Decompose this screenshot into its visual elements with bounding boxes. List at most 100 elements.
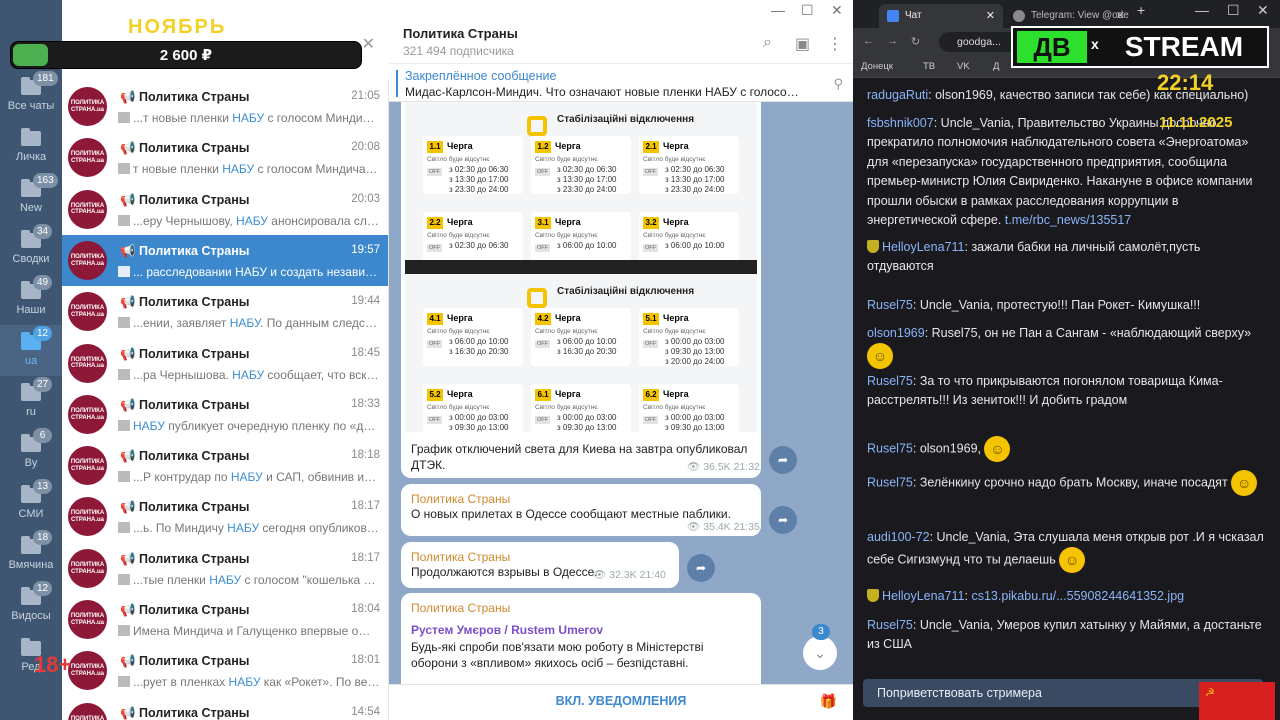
gift-icon[interactable]: 🎁 [820,693,837,710]
chat-username[interactable]: fsbshnik007 [867,116,934,130]
notifications-button[interactable]: ВКЛ. УВЕДОМЛЕНИЯ [389,694,853,708]
close-tab-icon[interactable]: ✕ [1116,9,1125,22]
columns-icon[interactable]: ▣ [795,34,810,54]
folder-1[interactable]: 181 Все чаты [0,70,62,121]
tab-chat[interactable]: Чат ✕ [879,4,1003,28]
tab-label: Чат [905,10,922,21]
search-highlight: НАБУ [229,316,261,331]
forward-icon[interactable]: ➦ [687,554,715,582]
chat-text: Uncle_Vania, протестую!!! Пан Рокет- Ким… [919,298,1201,312]
chat-row[interactable]: ПОЛИТИКА СТРАНА.ua 📢 Политика Страны 18:45… [62,338,388,389]
chat-username[interactable]: Rusel75 [867,475,913,489]
scroll-down-button[interactable]: ⌄ 3 [803,624,837,670]
logo-x: x [1091,36,1099,52]
close-window-icon[interactable]: ✕ [831,2,843,19]
chat-row[interactable]: ПОЛИТИКА СТРАНА.ua 📢 Политика Страны 20:08… [62,132,388,183]
text-message[interactable]: Политика Страны Рустем Умєров / Rustem U… [401,593,761,684]
text-message[interactable]: Политика Страны Продолжаются взрывы в Од… [401,542,679,588]
off-badge: OFF [427,340,442,348]
pin-icon[interactable]: ⚲ [833,76,843,92]
chat-row[interactable]: ПОЛИТИКА СТРАНА.ua 📢 Политика Страны 18:17… [62,491,388,542]
chat-username[interactable]: olson1969 [867,326,925,340]
folder-8[interactable]: 6 By [0,427,62,478]
chat-username[interactable]: audi100-72 [867,530,930,544]
chat-username[interactable]: HelloyLena711 [882,589,964,603]
forward-icon[interactable]: ➦ [769,446,797,474]
queue-label: Черга [447,313,473,323]
queue-number: 1.2 [535,141,551,153]
folder-6[interactable]: 12 ua [0,325,62,376]
thumbnail [118,419,130,431]
chat-link[interactable]: cs13.pikabu.ru/...55908244641352.jpg [971,589,1184,603]
folder-9[interactable]: 13 СМИ [0,478,62,529]
folder-11[interactable]: 12 Видосы [0,580,62,631]
chat-row[interactable]: ПОЛИТИКА СТРАНА.ua 📢 Политика Страны 20:03… [62,184,388,235]
chat-row[interactable]: ПОЛИТИКА СТРАНА.ua 📢 Политика Страны 21:05… [62,81,388,132]
folder-10[interactable]: 18 Вмячина [0,529,62,580]
folder-2[interactable]: Личка [0,121,62,172]
outage-times: з 00:00 до 03:00 з 09:30 до 13:00 [449,413,509,433]
chat-row[interactable]: ПОЛИТИКА СТРАНА.ua 📢 Политика Страны 18:18… [62,440,388,491]
close-window-icon[interactable]: ✕ [1257,2,1269,19]
search-icon[interactable]: ⌕ [763,34,772,52]
close-tab-icon[interactable]: ✕ [986,9,995,22]
outage-time: з 02:30 до 06:30 [557,165,617,174]
bookmark[interactable]: VK [957,61,970,72]
no-light-label: Світло буде відсутнє [535,404,598,411]
back-icon[interactable]: ← [863,35,874,47]
chat-row[interactable]: ПОЛИТИКА СТРАНА.ua 📢 Политика Страны 18:33… [62,389,388,440]
queue-number: 1.1 [427,141,443,153]
preview-text: ...ра Чернышова. [133,367,233,382]
pinned-message[interactable]: Закреплённое сообщение Мидас-Карлсон-Мин… [389,64,853,102]
chat-username[interactable]: Rusel75 [867,298,913,312]
google-icon [887,10,899,22]
browser-window: Чат ✕ Telegram: View @ode ✕ + — ☐ ✕ ← → ↻ … [853,0,1280,720]
chat-row[interactable]: ПОЛИТИКА СТРАНА.ua 📢 Политика Страны 18:01… [62,645,388,696]
maximize-icon[interactable]: ☐ [1227,2,1240,19]
chat-username[interactable]: Rusel75 [867,441,913,455]
preview-text: ... расследовании [133,264,236,279]
chat-link[interactable]: t.me/rbc_news/135517 [1005,213,1131,227]
folder-7[interactable]: 27 ru [0,376,62,427]
chat-row[interactable]: ПОЛИТИКА СТРАНА.ua 📢 Политика Страны 19:44… [62,286,388,337]
chat-row[interactable]: ПОЛИТИКА СТРАНА.ua 📢 Политика Страны 18:04… [62,594,388,645]
smiley-icon: ☺ [867,343,893,370]
search-highlight: НАБУ [227,521,260,536]
text-message[interactable]: Политика Страны О новых прилетах в Одесс… [401,484,761,536]
bookmark[interactable]: Д [993,61,999,72]
chat-username[interactable]: HelloyLena711 [882,240,964,254]
chat-row[interactable]: ПОЛИТИКА СТРАНА.ua 📢 Политика Страны 14:54 [62,697,388,720]
chat-preview: ...ении, заявляет НАБУ. По данным следст… [118,316,380,330]
bookmark[interactable]: Донецк [861,61,893,72]
chat-preview: ...тые пленки НАБУ с голосом "кошелька З… [118,573,380,587]
forwarded-author: Рустем Умєров / Rustem Umerov [411,623,604,637]
new-tab-icon[interactable]: + [1137,2,1145,18]
chat-name: 📢 Политика Страны [120,449,249,464]
minimize-icon[interactable]: — [1195,2,1209,18]
unread-badge: 181 [33,71,58,86]
chat-username[interactable]: Rusel75 [867,618,913,632]
thumbnail [118,522,130,534]
outage-times: з 06:00 до 10:00 з 16:30 до 20:30 [449,337,509,357]
chat-title[interactable]: Политика Страны [403,26,518,41]
chat-username[interactable]: Rusel75 [867,374,913,388]
outage-time: з 02:30 до 06:30 [665,165,725,174]
bookmark[interactable]: ТВ [923,61,935,72]
chat-list: ПОЛИТИКА СТРАНА.ua 📢 Политика Страны 21:05… [62,0,389,720]
chat-row[interactable]: ПОЛИТИКА СТРАНА.ua 📢 Политика Страны 19:57… [62,234,388,286]
close-icon[interactable]: ✕ [362,34,375,54]
folder-3[interactable]: 163 New [0,172,62,223]
more-vertical-icon[interactable]: ⋮ [827,34,843,54]
folder-4[interactable]: 34 Сводки [0,223,62,274]
forward-nav-icon[interactable]: → [887,35,898,47]
photo-message[interactable]: Стабілізаційні відключення 1.1 Черга Світл… [401,102,761,478]
folder-5[interactable]: 49 Наши [0,274,62,325]
minimize-icon[interactable]: — [771,2,785,18]
tab-telegram[interactable]: Telegram: View @ode ✕ [1005,4,1133,28]
forward-icon[interactable]: ➦ [769,506,797,534]
maximize-icon[interactable]: ☐ [801,2,814,19]
chat-row[interactable]: ПОЛИТИКА СТРАНА.ua 📢 Политика Страны 18:17… [62,543,388,594]
time: 21:40 [639,569,666,581]
chat-username[interactable]: radugaRuti [867,88,928,102]
reload-icon[interactable]: ↻ [911,35,920,48]
